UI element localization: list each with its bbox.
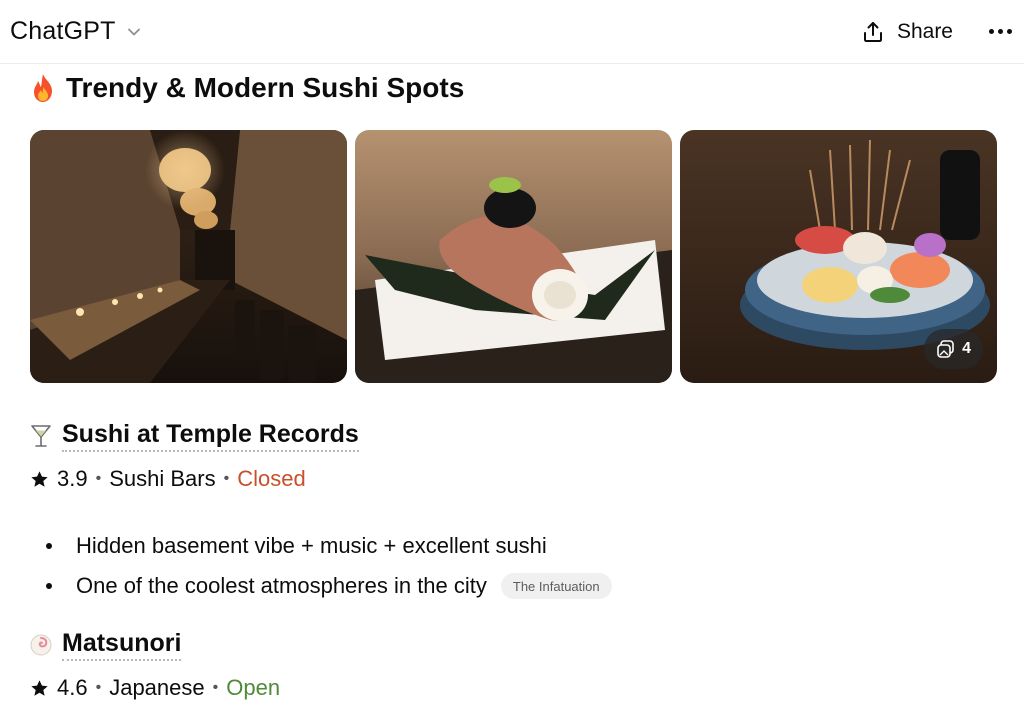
highlight-text: Hidden basement vibe + music + excellent… [76, 533, 547, 558]
cocktail-glass-icon [31, 425, 51, 447]
separator: • [95, 470, 102, 487]
more-options-button[interactable] [987, 25, 1014, 38]
rating-value: 4.6 [57, 675, 88, 700]
sushi-bar-interior-photo[interactable] [30, 130, 347, 383]
image-gallery: 4 [30, 130, 997, 383]
top-bar: ChatGPT Share [0, 0, 1024, 64]
wagyu-sushi-roll-photo[interactable] [355, 130, 672, 383]
share-icon [863, 21, 882, 42]
place-card: Sushi at Temple Records 3.9 • Sushi Bars… [30, 420, 359, 492]
share-button[interactable]: Share [861, 20, 953, 44]
sashimi-platter-photo[interactable]: 4 [680, 130, 997, 383]
open-status: Open [226, 675, 281, 700]
place-heading: Matsunori [30, 629, 280, 661]
place-meta: 3.9 • Sushi Bars • Closed [30, 466, 359, 492]
image-stack-icon [937, 340, 954, 358]
section-heading: Trendy & Modern Sushi Spots [30, 68, 464, 108]
highlight-text: One of the coolest atmospheres in the ci… [76, 573, 487, 598]
rating-value: 3.9 [57, 466, 88, 491]
place-meta: 4.6 • Japanese • Open [30, 675, 280, 701]
top-actions: Share [861, 20, 1014, 44]
source-citation-chip[interactable]: The Infatuation [500, 573, 612, 599]
fish-cake-icon [30, 634, 52, 656]
list-item: Hidden basement vibe + music + excellent… [46, 526, 612, 566]
separator: • [95, 679, 102, 696]
chevron-down-icon [127, 28, 140, 35]
list-item: One of the coolest atmospheres in the ci… [46, 566, 612, 606]
model-name: ChatGPT [10, 17, 116, 45]
place-name-link[interactable]: Sushi at Temple Records [62, 420, 359, 452]
image-count: 4 [962, 340, 971, 357]
place-card: Matsunori 4.6 • Japanese • Open [30, 629, 280, 701]
fire-icon [34, 74, 52, 102]
ellipsis-icon [989, 29, 994, 34]
highlights-list: Hidden basement vibe + music + excellent… [46, 526, 612, 606]
separator: • [223, 470, 230, 487]
separator: • [212, 679, 219, 696]
more-images-button[interactable]: 4 [924, 329, 983, 369]
category: Sushi Bars [109, 466, 216, 491]
place-heading: Sushi at Temple Records [30, 420, 359, 452]
open-status: Closed [237, 466, 306, 491]
model-selector[interactable]: ChatGPT [10, 17, 144, 46]
star-icon [31, 470, 48, 487]
place-name-link[interactable]: Matsunori [62, 629, 182, 661]
star-icon [31, 679, 48, 696]
share-label: Share [896, 19, 953, 43]
category: Japanese [109, 675, 205, 700]
section-title: Trendy & Modern Sushi Spots [66, 72, 465, 103]
